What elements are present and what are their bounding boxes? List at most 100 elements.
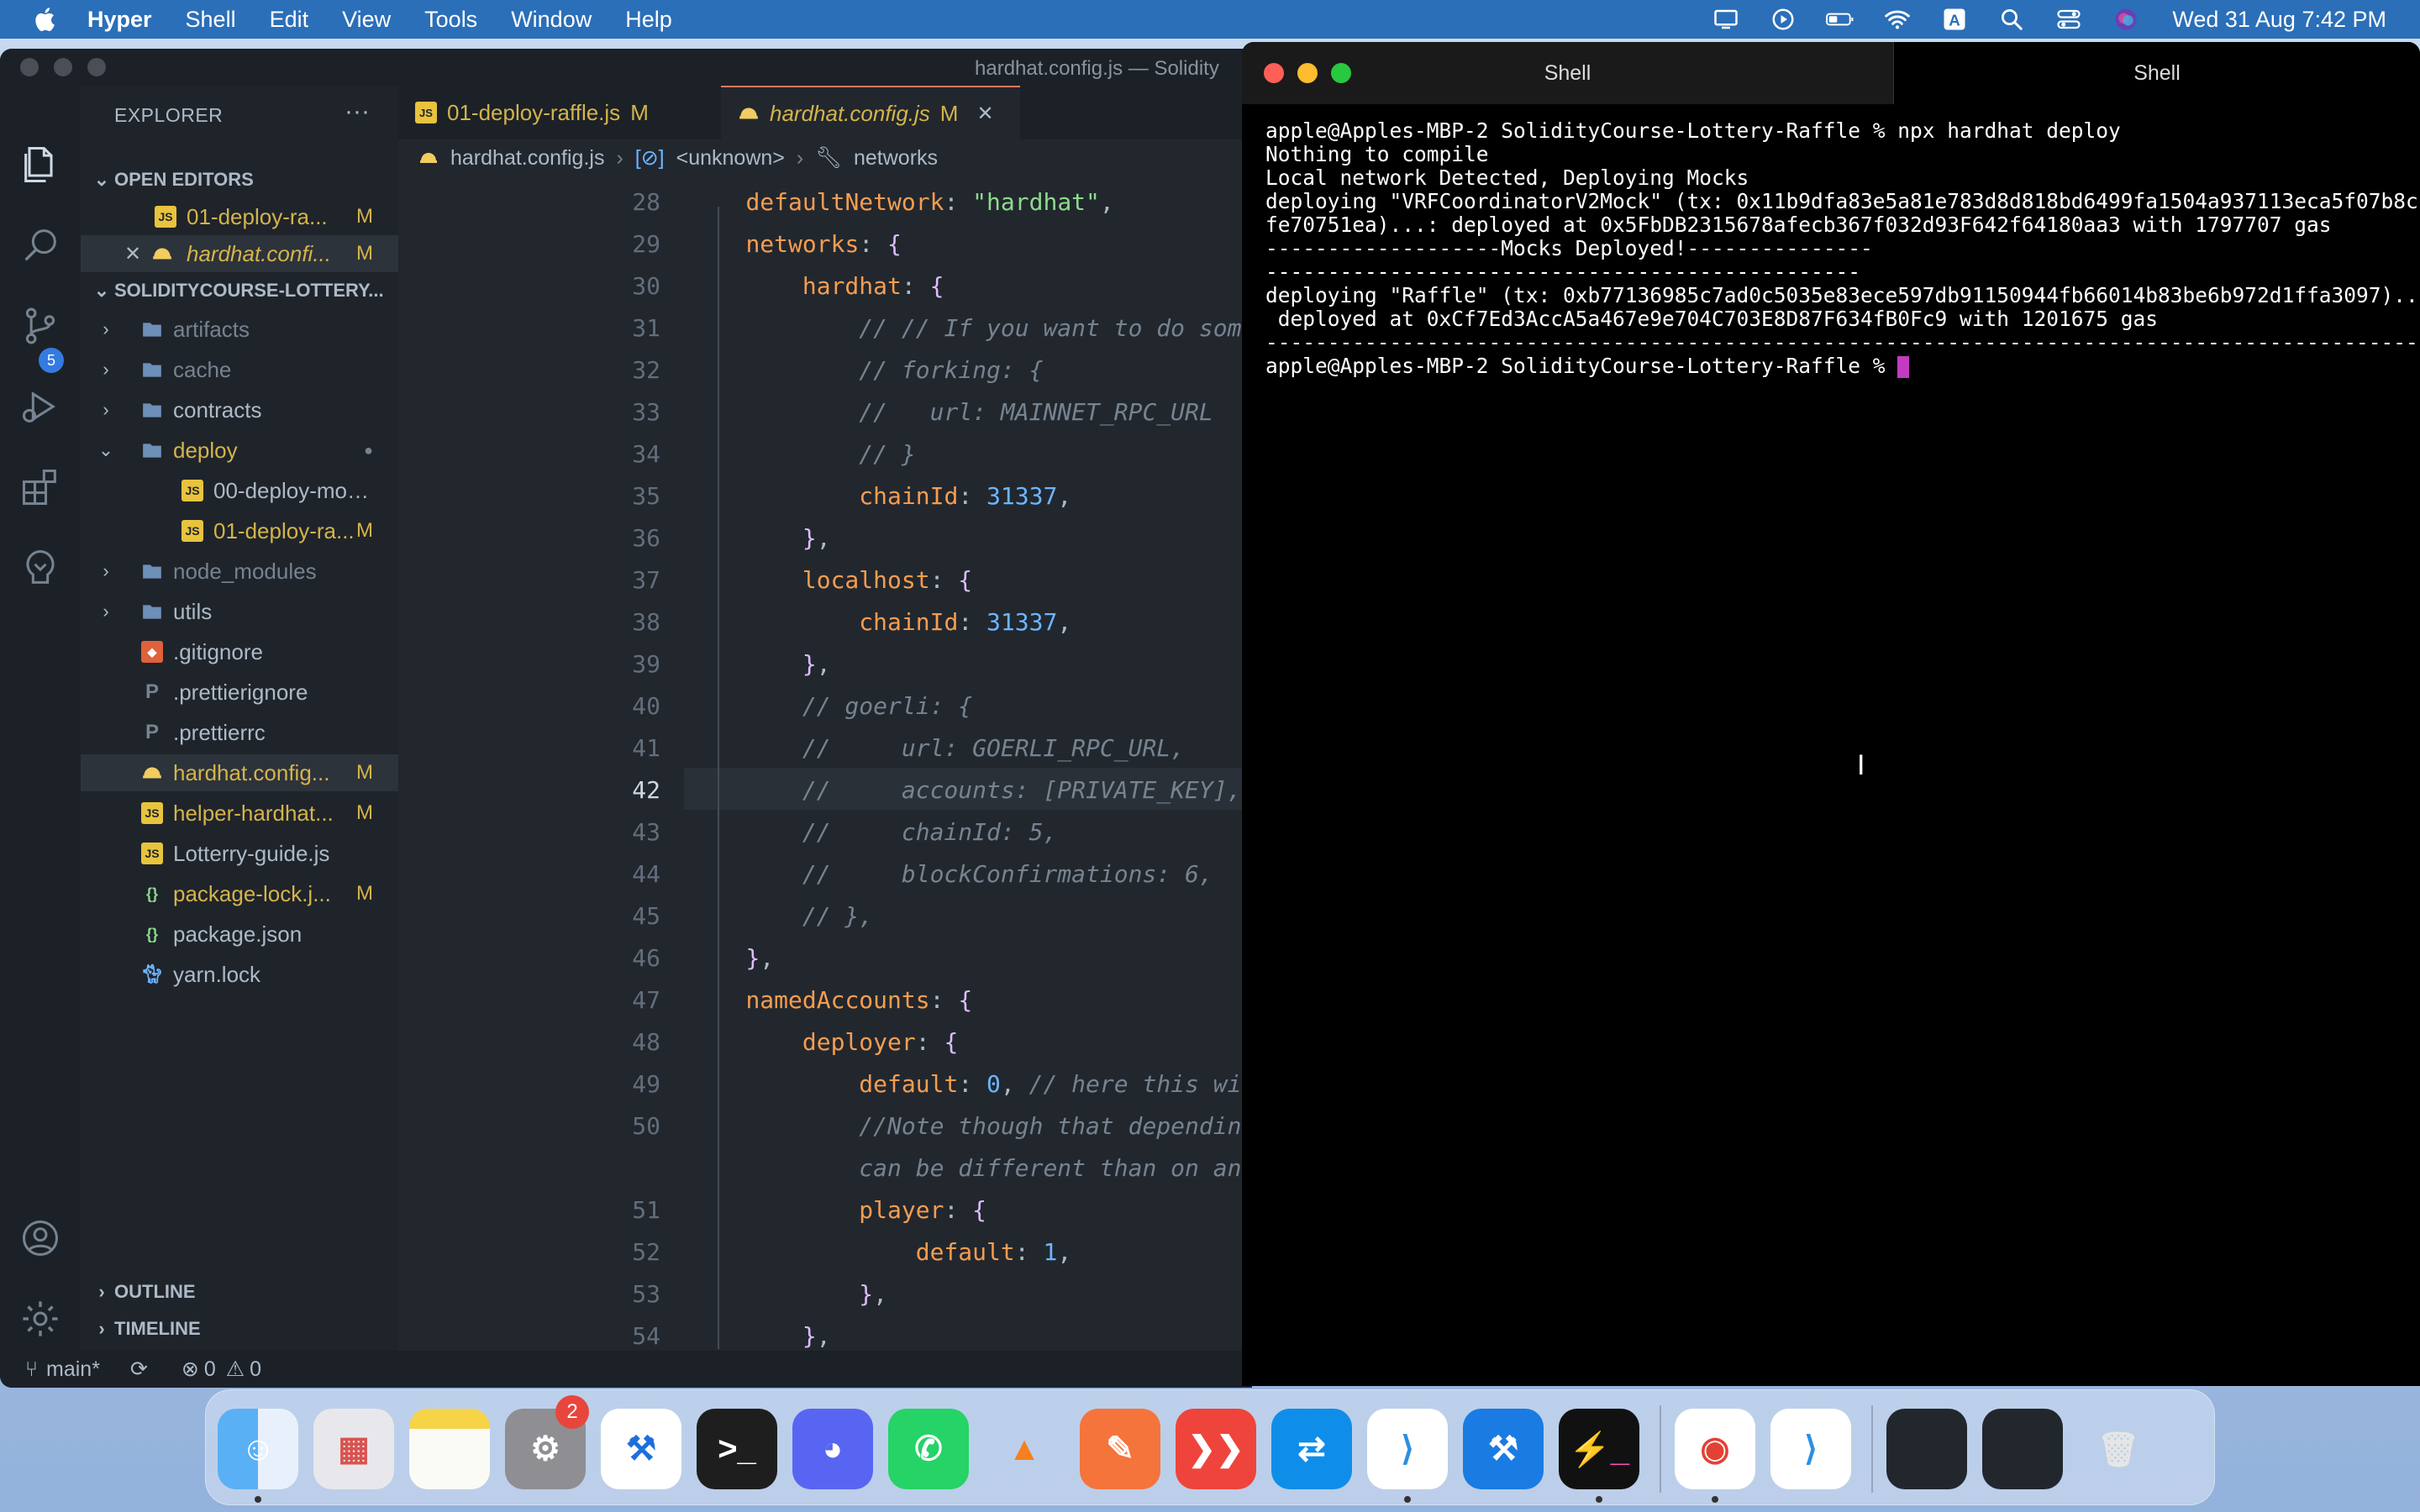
- dock-finder-icon[interactable]: ☺: [218, 1409, 298, 1489]
- dock-vlc-icon[interactable]: ▲: [984, 1409, 1065, 1489]
- menubar-clock[interactable]: Wed 31 Aug 7:42 PM: [2172, 7, 2386, 33]
- dock-hyper-icon[interactable]: ⚡_: [1559, 1409, 1639, 1489]
- dock-whatsapp-icon[interactable]: ✆: [888, 1409, 969, 1489]
- wifi-icon[interactable]: [1883, 7, 1912, 32]
- line-number: 52: [632, 1238, 660, 1266]
- folder-item[interactable]: › contracts: [81, 391, 398, 428]
- tab-01-deploy-raffle[interactable]: JS 01-deploy-raffle.js M: [398, 86, 721, 139]
- dock-discord-icon[interactable]: ◕: [792, 1409, 873, 1489]
- spotlight-search-icon[interactable]: [1997, 7, 2026, 32]
- menu-help[interactable]: Help: [625, 7, 672, 33]
- file-item[interactable]: 🐈︎ yarn.lock: [81, 956, 398, 993]
- close-tab-icon[interactable]: ✕: [976, 102, 993, 126]
- dock-launchpad-icon[interactable]: ▦: [313, 1409, 394, 1489]
- search-icon[interactable]: [15, 220, 66, 270]
- battery-icon[interactable]: [1826, 7, 1854, 32]
- menu-edit[interactable]: Edit: [270, 7, 309, 33]
- file-item[interactable]: JS Lotterry-guide.js: [81, 835, 398, 872]
- file-item[interactable]: JS helper-hardhat... M: [81, 795, 398, 832]
- file-item[interactable]: hardhat.config... M: [81, 754, 398, 791]
- siri-icon[interactable]: [2112, 7, 2140, 32]
- settings-gear-icon[interactable]: [15, 1294, 66, 1344]
- file-item[interactable]: P .prettierrc: [81, 714, 398, 751]
- code-line: },: [802, 1322, 831, 1350]
- outline-section[interactable]: › OUTLINE: [81, 1275, 398, 1309]
- close-editor-icon[interactable]: ✕: [124, 242, 141, 266]
- folder-item[interactable]: › cache: [81, 351, 398, 388]
- terminal-tab-1[interactable]: Shell: [1242, 42, 1894, 104]
- breadcrumb-symbol[interactable]: <unknown>: [676, 146, 785, 171]
- dock-xcode-instruments-icon[interactable]: ⚒: [601, 1409, 681, 1489]
- menu-app-name[interactable]: Hyper: [87, 7, 152, 33]
- dock-terminal-icon[interactable]: >_: [697, 1409, 777, 1489]
- dock-separator: [1871, 1405, 1873, 1493]
- git-branch-icon: ⑂: [25, 1357, 39, 1381]
- open-editor-item[interactable]: JS 01-deploy-ra... M: [81, 198, 398, 235]
- breadcrumb-file[interactable]: hardhat.config.js: [450, 146, 604, 171]
- folder-item[interactable]: › node_modules: [81, 553, 398, 590]
- menu-tools[interactable]: Tools: [424, 7, 477, 33]
- system-preferences-badge: 2: [555, 1395, 589, 1429]
- dock-chrome-icon[interactable]: ◉: [1675, 1409, 1755, 1489]
- menu-shell[interactable]: Shell: [186, 7, 236, 33]
- dock-xcode-icon[interactable]: ⚒: [1463, 1409, 1544, 1489]
- control-center-icon[interactable]: [2054, 7, 2083, 32]
- open-editors-section[interactable]: ⌄ OPEN EDITORS: [81, 163, 398, 197]
- warnings-count[interactable]: 0: [250, 1357, 261, 1382]
- file-item[interactable]: JS 01-deploy-ra... M: [81, 512, 398, 549]
- apple-icon[interactable]: [30, 3, 62, 35]
- errors-count[interactable]: 0: [204, 1357, 216, 1382]
- code-line: // url: MAINNET_RPC_URL: [859, 398, 1213, 426]
- vscode-minimize-button[interactable]: [54, 58, 72, 76]
- open-editor-item-active[interactable]: ✕ hardhat.confi... M: [81, 235, 398, 272]
- menu-view[interactable]: View: [342, 7, 391, 33]
- tab-hardhat-config[interactable]: hardhat.config.js M ✕: [721, 86, 1020, 139]
- dock-vscode-icon[interactable]: ⟩: [1367, 1409, 1448, 1489]
- project-section[interactable]: ⌄ SOLIDITYCOURSE-LOTTERY...: [81, 274, 398, 307]
- file-item[interactable]: {} package.json: [81, 916, 398, 953]
- line-number: 28: [632, 188, 660, 216]
- vscode-zoom-button[interactable]: [87, 58, 106, 76]
- sync-icon[interactable]: ⟳: [130, 1357, 148, 1382]
- explorer-files-icon[interactable]: [15, 139, 66, 190]
- accounts-icon[interactable]: [15, 1213, 66, 1263]
- play-icon[interactable]: [1769, 7, 1797, 32]
- chevron-right-icon: ›: [98, 1318, 105, 1339]
- display-icon[interactable]: [1712, 7, 1740, 32]
- dock-pages-pen-icon[interactable]: ✎: [1080, 1409, 1160, 1489]
- terminal-output[interactable]: apple@Apples-MBP-2 SolidityCourse-Lotter…: [1265, 118, 2420, 378]
- run-debug-icon[interactable]: [15, 381, 66, 432]
- explorer-more-actions[interactable]: ···: [345, 97, 370, 126]
- git-branch[interactable]: main*: [46, 1357, 100, 1382]
- code-line: // }: [859, 440, 916, 468]
- remote-explorer-icon[interactable]: [15, 543, 66, 593]
- vscode-close-button[interactable]: [20, 58, 39, 76]
- dock-notes-icon[interactable]: [409, 1409, 490, 1489]
- dock-teamviewer-icon[interactable]: ⇄: [1271, 1409, 1352, 1489]
- extensions-icon[interactable]: [15, 462, 66, 512]
- file-item[interactable]: JS 00-deploy-mocks.js: [81, 472, 398, 509]
- terminal-tab-2[interactable]: Shell: [1894, 42, 2420, 104]
- file-item[interactable]: P .prettierignore: [81, 674, 398, 711]
- dock-anydesk-icon[interactable]: ❯❯: [1176, 1409, 1256, 1489]
- input-source-icon[interactable]: A: [1940, 7, 1969, 32]
- folder-item[interactable]: › utils: [81, 593, 398, 630]
- timeline-section[interactable]: › TIMELINE: [81, 1312, 398, 1346]
- code-line: // },: [802, 902, 874, 930]
- breadcrumb-networks[interactable]: networks: [854, 146, 938, 171]
- dock-window-preview-2-icon[interactable]: [1982, 1409, 2063, 1489]
- file-item[interactable]: ◆ .gitignore: [81, 633, 398, 670]
- terminal-line: apple@Apples-MBP-2 SolidityCourse-Lotter…: [1265, 118, 2121, 143]
- code-editor[interactable]: 28 defaultNetwork: "hardhat", 29 networks…: [398, 176, 1252, 1362]
- source-control-icon[interactable]: [15, 301, 66, 351]
- menu-window[interactable]: Window: [511, 7, 592, 33]
- dock-vscode-2-icon[interactable]: ⟩: [1770, 1409, 1851, 1489]
- file-name: yarn.lock: [173, 961, 261, 987]
- file-item[interactable]: {} package-lock.j... M: [81, 875, 398, 912]
- line-number: 49: [632, 1070, 660, 1098]
- folder-item[interactable]: › artifacts: [81, 311, 398, 348]
- json-file-icon: {}: [145, 885, 158, 902]
- folder-item[interactable]: ⌄ deploy ●: [81, 432, 398, 469]
- dock-trash-icon[interactable]: 🗑︎: [2078, 1409, 2159, 1489]
- dock-window-preview-1-icon[interactable]: [1886, 1409, 1967, 1489]
